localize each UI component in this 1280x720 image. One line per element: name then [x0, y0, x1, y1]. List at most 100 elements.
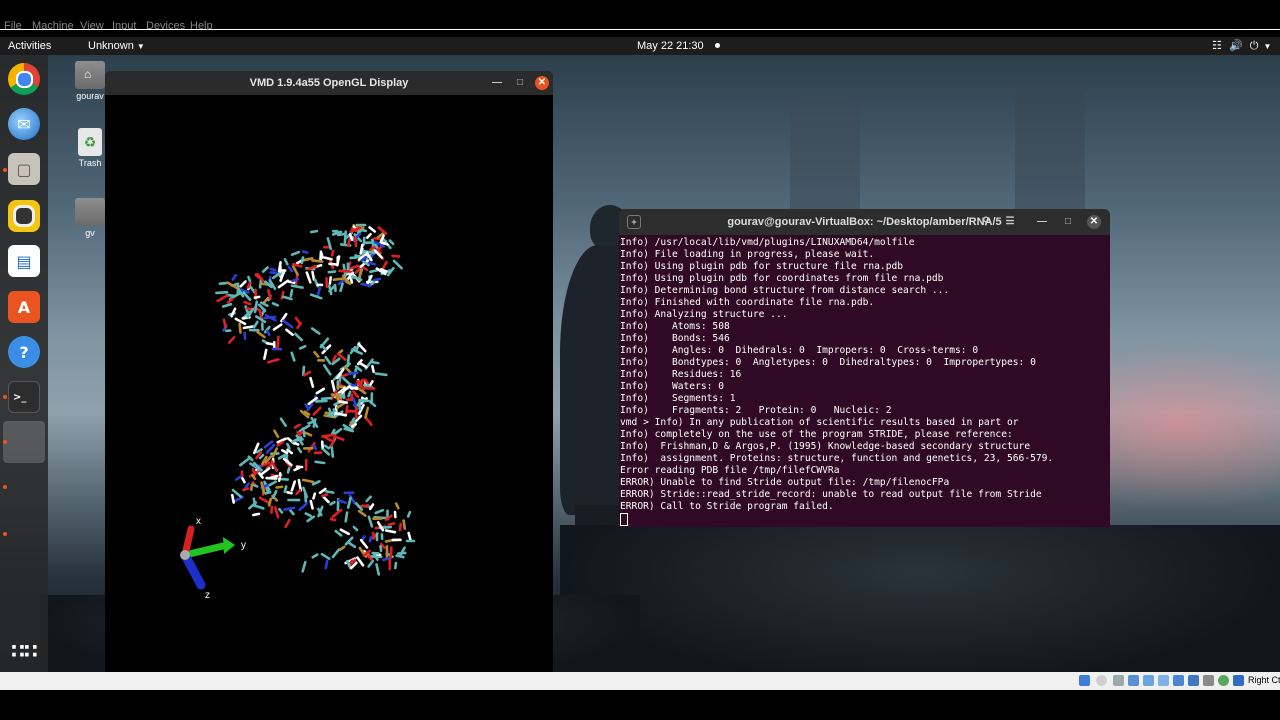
minimize-icon[interactable]: — [490, 76, 504, 90]
molecule-bond [406, 510, 412, 518]
axis-y-label: y [241, 540, 246, 551]
terminal-line: Info) Angles: 0 Dihedrals: 0 Impropers: … [620, 345, 979, 356]
host-menu-help[interactable]: Help [190, 20, 213, 30]
host-menu-devices[interactable]: Devices [146, 20, 185, 30]
molecule-bond [320, 552, 331, 561]
terminal-line: Info) Bonds: 546 [620, 333, 730, 344]
molecule-bond [339, 528, 350, 536]
molecule-bond [367, 515, 374, 528]
molecule-bond [352, 390, 360, 399]
molecule-bond [312, 492, 317, 500]
molecule-bond [294, 332, 303, 342]
molecule-bond [332, 277, 346, 281]
molecule-bond [379, 544, 383, 553]
molecule-bond [310, 229, 319, 234]
new-tab-icon[interactable]: + [627, 215, 641, 229]
show-applications-icon[interactable]: ∷∷ [8, 635, 40, 667]
molecule-bond [371, 364, 375, 374]
cpu-icon[interactable] [1203, 675, 1214, 686]
desktop-icon-trash[interactable]: ♻ Trash [72, 128, 108, 168]
molecule-bond [323, 444, 330, 450]
molecule-bond [370, 360, 380, 365]
molecule-bond [269, 267, 277, 272]
terminal-icon[interactable]: >_ [8, 381, 40, 413]
virtualbox-status-bar: Right Ctrl [0, 672, 1280, 720]
molecule-bond [303, 431, 313, 437]
molecule-bond [357, 228, 368, 233]
molecule-bond [267, 358, 280, 364]
molecule-bond [253, 504, 265, 510]
search-icon[interactable]: ⚲ [979, 215, 993, 229]
hard-disk-icon[interactable] [1079, 675, 1090, 686]
hamburger-menu-icon[interactable]: ☰ [1003, 215, 1017, 229]
molecule-bond [265, 329, 271, 337]
app-menu[interactable]: Unknown ▼ [88, 39, 145, 54]
terminal-window[interactable]: + gourav@gourav-VirtualBox: ~/Desktop/am… [619, 209, 1110, 527]
molecule-bond [301, 560, 307, 573]
molecule-bond [394, 502, 400, 510]
molecule-bond [252, 320, 259, 329]
molecule-bond [381, 260, 388, 270]
molecule-bond [392, 259, 403, 270]
molecule-bond [402, 519, 407, 530]
vmd-display-window[interactable]: VMD 1.9.4a55 OpenGL Display — □ ✕ x y z [105, 71, 553, 672]
molecule-bond [330, 249, 335, 257]
close-icon[interactable]: ✕ [535, 76, 549, 90]
terminal-line: ERROR) Call to Stride program failed. [620, 501, 834, 512]
chrome-icon[interactable] [8, 63, 40, 95]
molecule-bond [286, 467, 291, 474]
keyboard-icon[interactable] [1233, 675, 1244, 686]
software-icon[interactable]: A [8, 291, 40, 323]
thunderbird-icon[interactable]: ✉ [8, 108, 40, 140]
shared-folder-icon[interactable] [1158, 675, 1169, 686]
molecule-bond [252, 512, 261, 517]
molecule-bond [297, 478, 302, 492]
files-icon[interactable]: ▢ [8, 153, 40, 185]
molecule-bond [306, 515, 316, 523]
vmd-app-icon[interactable] [3, 421, 45, 463]
minimize-icon[interactable]: — [1035, 215, 1049, 229]
rhythmbox-icon[interactable] [8, 200, 40, 232]
host-menu-input[interactable]: Input [112, 20, 136, 30]
system-menu[interactable]: ☷ 🔊 ⏻ ▼ [1212, 39, 1271, 54]
mouse-integration-icon[interactable] [1218, 675, 1229, 686]
audio-icon[interactable] [1113, 675, 1124, 686]
terminal-line: Info) completely on the use of the progr… [620, 429, 1013, 440]
terminal-line: Info) Frishman,D & Argos,P. (1995) Knowl… [620, 441, 1031, 452]
molecule-bond [253, 300, 259, 314]
desktop-icon-gv[interactable]: gv [72, 198, 108, 238]
maximize-icon[interactable]: □ [513, 76, 527, 90]
molecule-bond [324, 559, 329, 570]
molecule-bond [288, 508, 295, 516]
terminal-output[interactable]: Info) /usr/local/lib/vmd/plugins/LINUXAM… [619, 235, 1110, 527]
molecule-bond [297, 446, 303, 454]
maximize-icon[interactable]: □ [1061, 215, 1075, 229]
writer-icon[interactable]: ▤ [8, 245, 40, 277]
molecule-bond [302, 365, 306, 377]
display-icon[interactable] [1173, 675, 1184, 686]
host-menu-view[interactable]: View [80, 20, 104, 30]
molecule-bond [344, 405, 349, 416]
molecule-bond [258, 496, 270, 504]
terminal-titlebar[interactable]: + gourav@gourav-VirtualBox: ~/Desktop/am… [619, 209, 1110, 235]
recording-icon[interactable] [1188, 675, 1199, 686]
molecule-bond [290, 284, 304, 289]
molecule-viewport[interactable]: x y z [105, 95, 553, 672]
vmd-titlebar[interactable]: VMD 1.9.4a55 OpenGL Display — □ ✕ [105, 71, 553, 95]
activities-button[interactable]: Activities [8, 39, 51, 53]
molecule-bond [320, 396, 333, 401]
molecule-bond [243, 300, 252, 306]
molecule-bond [290, 480, 297, 492]
optical-drive-icon[interactable] [1096, 675, 1107, 686]
usb-icon[interactable] [1143, 675, 1154, 686]
molecule-bond [379, 234, 385, 244]
molecule-bond [294, 316, 301, 325]
host-menu-machine[interactable]: Machine [32, 20, 74, 30]
host-menu-file[interactable]: File [4, 20, 22, 30]
help-icon[interactable]: ? [8, 336, 40, 368]
clock[interactable]: May 22 21:30 [637, 39, 720, 53]
molecule-bond [338, 269, 352, 273]
network-adapter-icon[interactable] [1128, 675, 1139, 686]
desktop-icon-home[interactable]: ⌂ gourav [72, 61, 108, 101]
close-icon[interactable]: ✕ [1087, 215, 1101, 229]
